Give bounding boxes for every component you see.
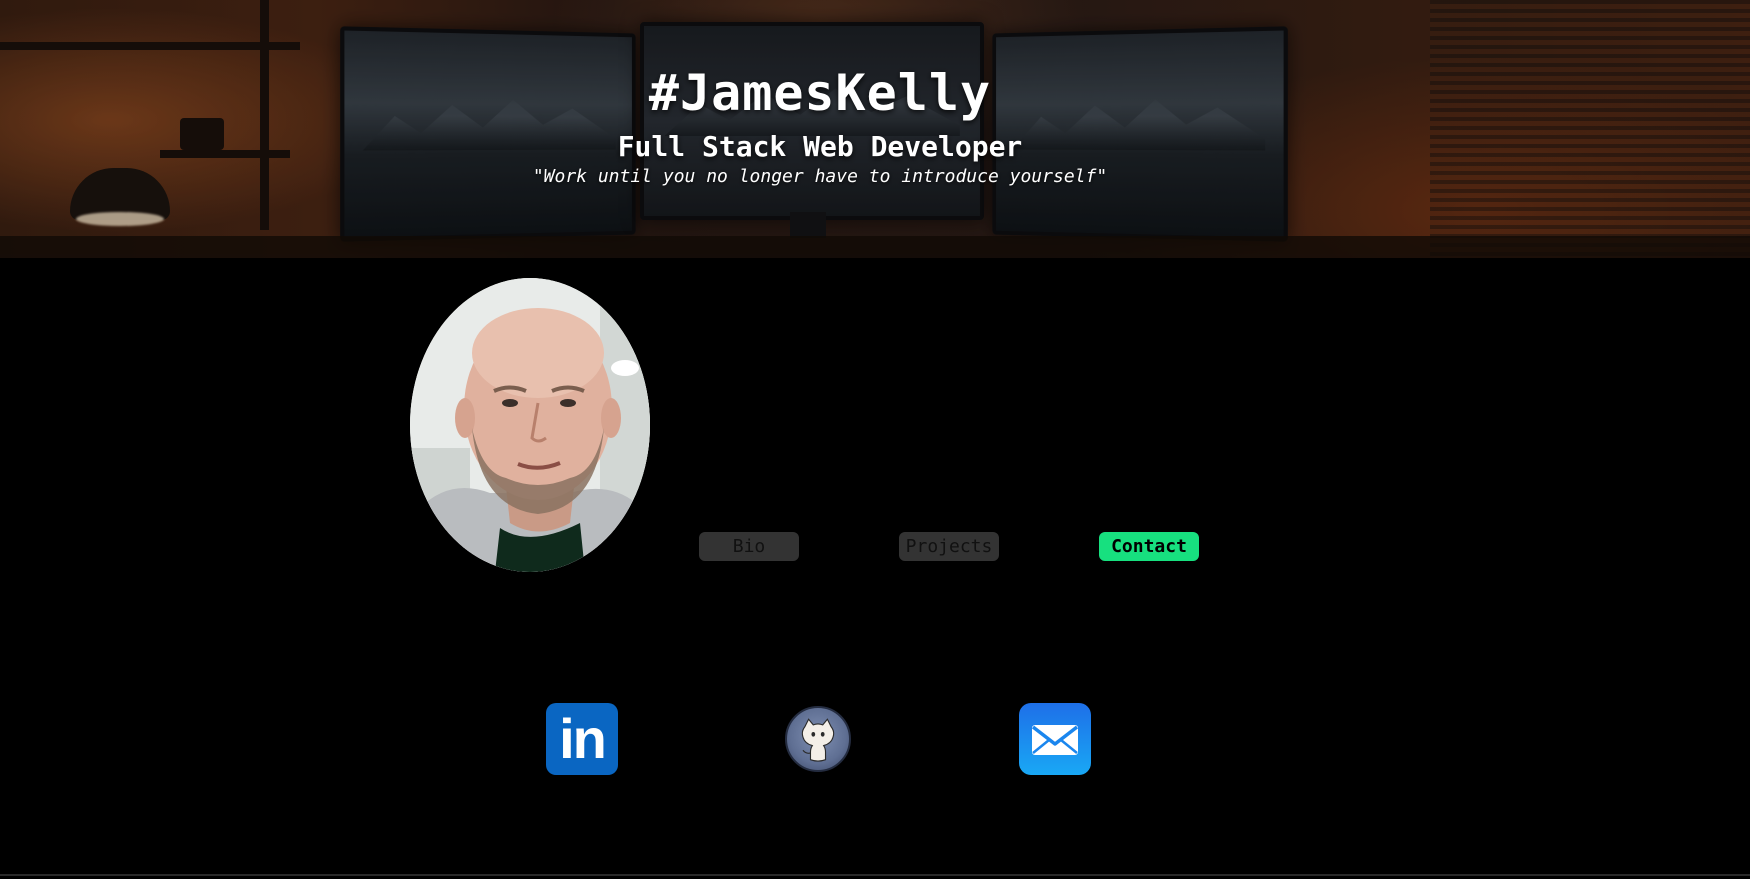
linkedin-icon: in — [559, 707, 607, 770]
hero-overlay — [0, 0, 1750, 258]
mail-icon — [1031, 725, 1079, 755]
page: #JamesKelly Full Stack Web Developer "Wo… — [0, 0, 1750, 879]
linkedin-link[interactable]: in — [546, 703, 618, 775]
profile-avatar — [410, 278, 650, 572]
hero-banner: #JamesKelly Full Stack Web Developer "Wo… — [0, 0, 1750, 258]
email-link[interactable] — [1019, 703, 1091, 775]
contact-button[interactable]: Contact — [1099, 532, 1199, 561]
page-subtitle: Full Stack Web Developer — [617, 130, 1023, 163]
github-icon — [801, 718, 835, 762]
hero-quote: "Work until you no longer have to introd… — [532, 166, 1108, 187]
profile-photo — [410, 278, 650, 572]
projects-button[interactable]: Projects — [899, 532, 999, 561]
page-title: #JamesKelly — [648, 64, 992, 122]
bio-button[interactable]: Bio — [699, 532, 799, 561]
github-link[interactable] — [785, 706, 851, 772]
divider — [0, 874, 1750, 876]
